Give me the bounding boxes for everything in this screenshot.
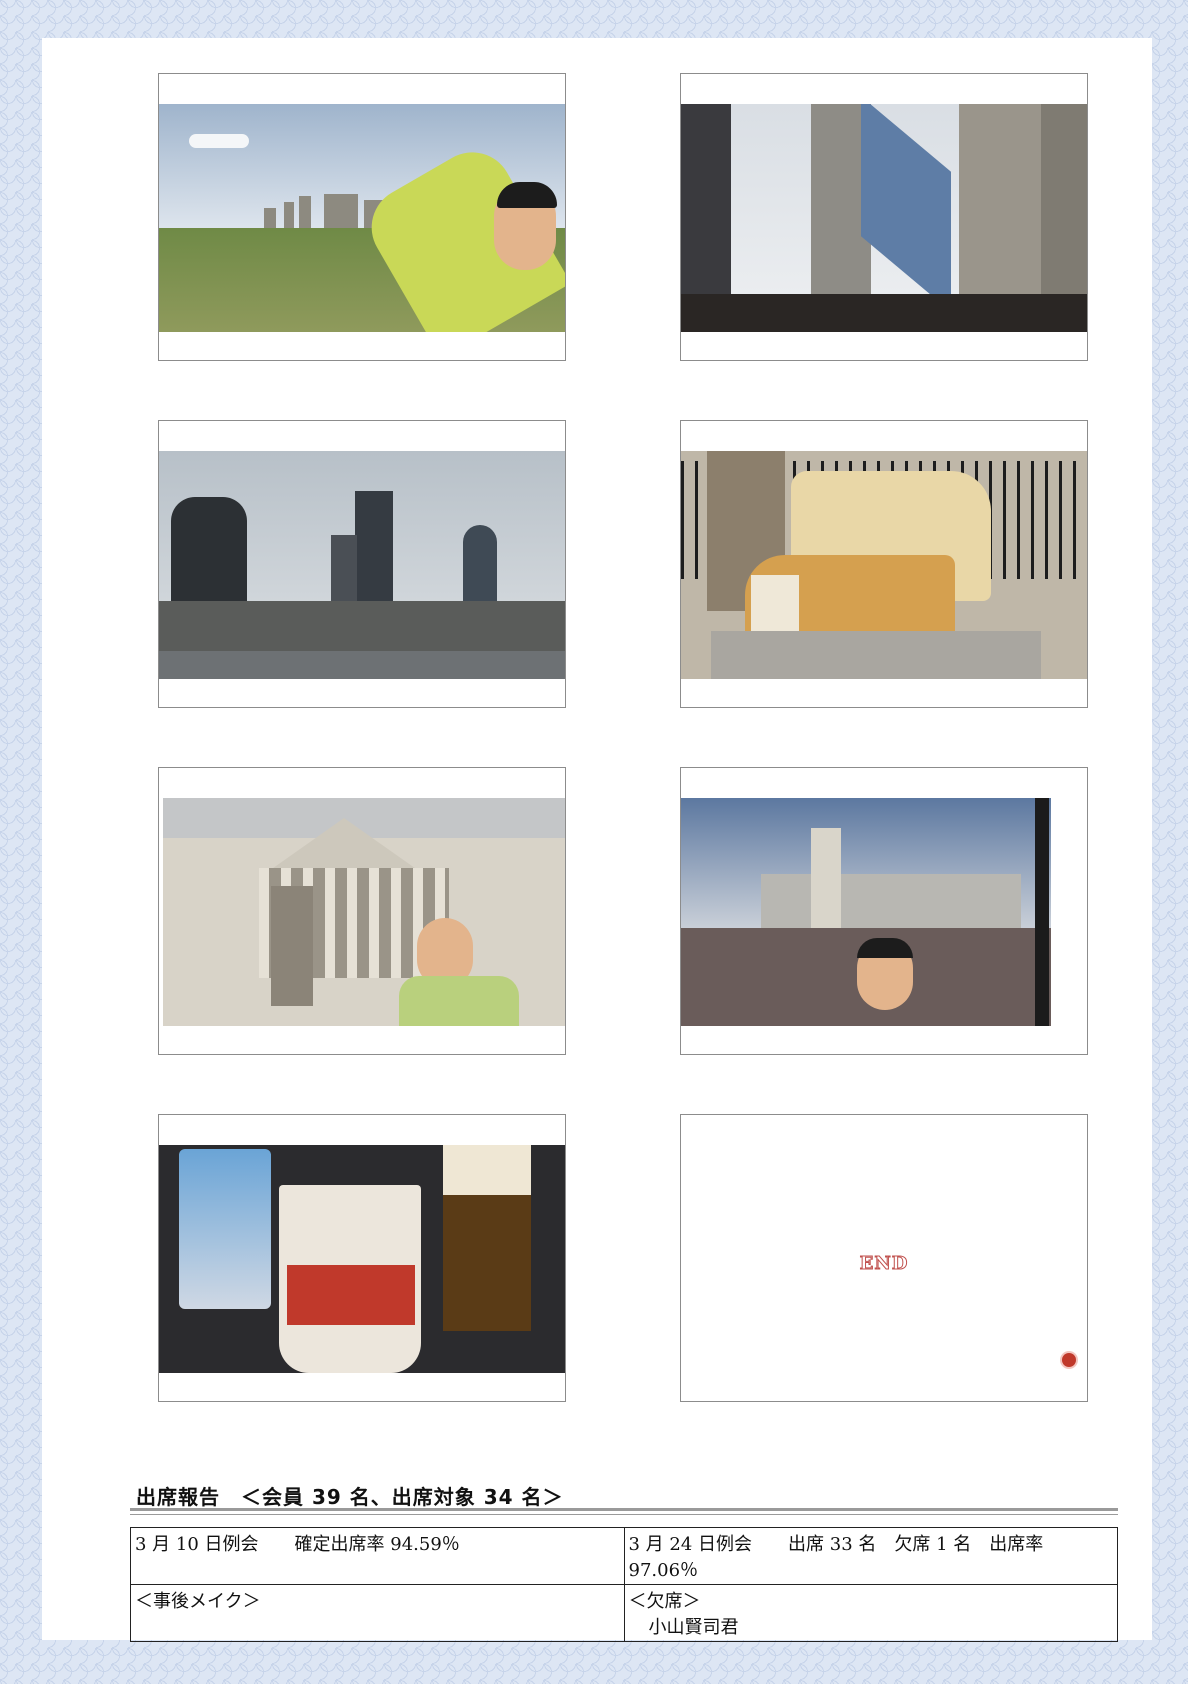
photo-card-skyline: [158, 420, 566, 708]
end-label: END: [859, 1253, 909, 1275]
table-row: 3 月 10 日例会 確定出席率 94.59％ 3 月 24 日例会 出席 33 名…: [130, 1527, 1118, 1585]
title-rule: [130, 1508, 1118, 1511]
photo-card-st-pauls: [158, 767, 566, 1055]
absence-label: ＜欠席＞: [628, 1591, 701, 1612]
make-up-label: ＜事後メイク＞: [135, 1591, 261, 1612]
photo-buckingham: [681, 798, 1087, 1026]
photo-card-tower-bridge: [680, 73, 1088, 361]
attendance-title: 出席報告 ＜会員 39 名、出席対象 34 名＞: [136, 1485, 564, 1509]
table-row: ＜事後メイク＞ ＜欠席＞ 小山賢司君: [130, 1584, 1118, 1642]
red-dot-icon: [1062, 1353, 1076, 1367]
title-rule-thin: [130, 1514, 1118, 1515]
photo-st-pauls: [159, 798, 565, 1026]
right-header-cell: 3 月 24 日例会 出席 33 名 欠席 1 名 出席率 97.06％: [623, 1527, 1118, 1585]
photo-book-bench: [681, 451, 1087, 679]
photo-card-drinks: [158, 1114, 566, 1402]
photo-tower-bridge: [681, 104, 1087, 332]
attendance-table: 3 月 10 日例会 確定出席率 94.59％ 3 月 24 日例会 出席 33 名…: [130, 1527, 1118, 1642]
right-body-cell: ＜欠席＞ 小山賢司君: [623, 1584, 1118, 1642]
photo-card-book-bench: [680, 420, 1088, 708]
photo-drinks: [159, 1145, 565, 1373]
end-card: END: [680, 1114, 1088, 1402]
left-header-cell: 3 月 10 日例会 確定出席率 94.59％: [130, 1527, 625, 1585]
photo-card-buckingham: [680, 767, 1088, 1055]
left-meeting-date: 3 月 10 日例会: [135, 1534, 259, 1555]
photo-skyline: [159, 451, 565, 679]
photo-card-stonehenge: [158, 73, 566, 361]
left-body-cell: ＜事後メイク＞: [130, 1584, 625, 1642]
left-meeting-stat: 確定出席率 94.59％: [294, 1534, 460, 1555]
absent-member-name: 小山賢司君: [648, 1617, 739, 1638]
right-meeting-date: 3 月 24 日例会: [628, 1534, 753, 1555]
photo-stonehenge: [159, 104, 565, 332]
